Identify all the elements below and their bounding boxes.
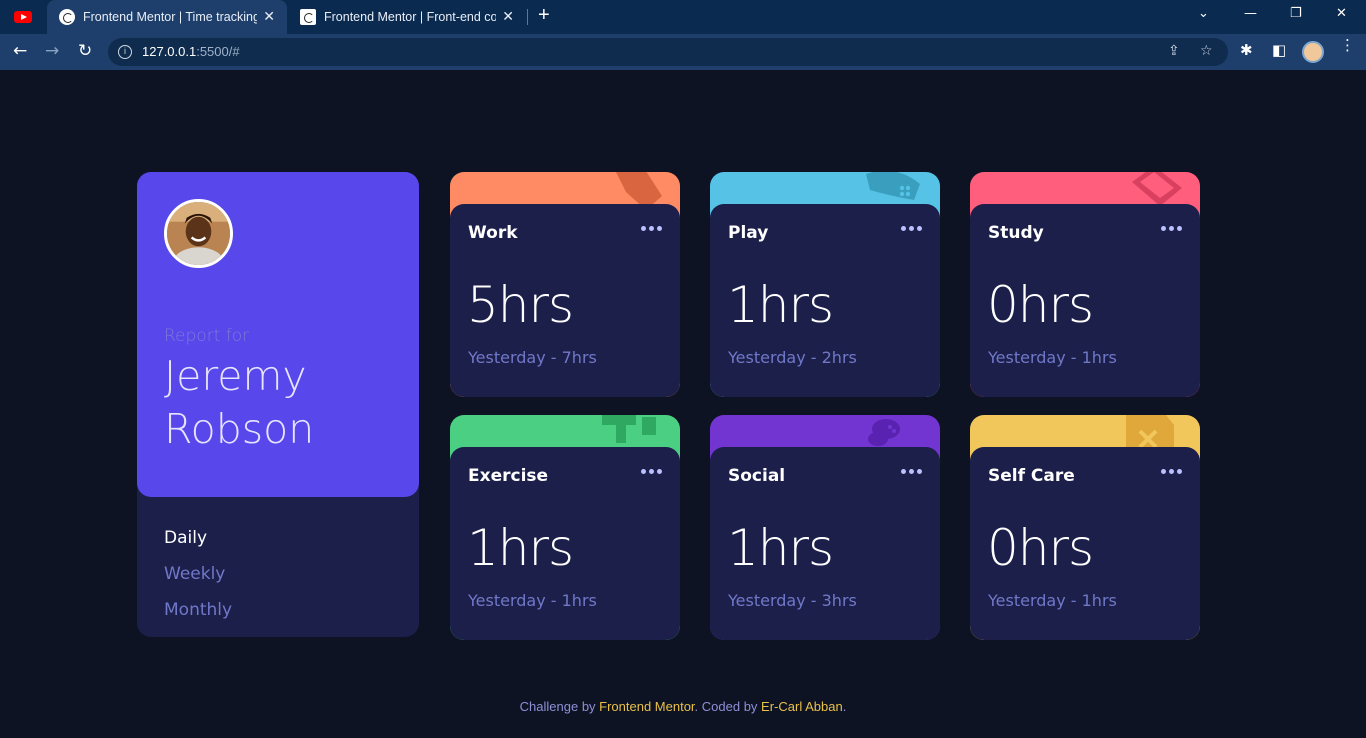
card-body[interactable]: Self Care 0hrs Yesterday - 1hrs bbox=[970, 447, 1200, 640]
tab-frontend-mentor[interactable]: Frontend Mentor | Front-end coding chall… bbox=[288, 0, 526, 34]
browser-tab-strip: Frontend Mentor | Time tracking ✕ Fronte… bbox=[0, 0, 1366, 34]
current-hours: 1hrs bbox=[727, 519, 834, 577]
ellipsis-icon[interactable] bbox=[901, 469, 922, 474]
profile-header: Report for Jeremy Robson bbox=[137, 172, 419, 497]
author-link[interactable]: Er-Carl Abban bbox=[761, 699, 843, 714]
close-window-button[interactable]: ✕ bbox=[1336, 6, 1347, 21]
previous-hours: Yesterday - 3hrs bbox=[728, 591, 857, 610]
side-panel-icon[interactable]: ◧ bbox=[1272, 41, 1286, 59]
current-hours: 5hrs bbox=[467, 276, 574, 334]
current-hours: 0hrs bbox=[987, 519, 1094, 577]
site-info-icon[interactable]: i bbox=[118, 45, 132, 59]
period-daily[interactable]: Daily bbox=[164, 528, 207, 548]
back-button[interactable]: ← bbox=[13, 41, 27, 61]
attribution-suffix: . bbox=[842, 699, 847, 714]
tab-divider bbox=[527, 9, 528, 25]
close-tab-icon[interactable]: ✕ bbox=[263, 9, 275, 25]
frontend-mentor-link[interactable]: Frontend Mentor bbox=[599, 699, 694, 714]
previous-hours: Yesterday - 2hrs bbox=[728, 348, 857, 367]
ellipsis-icon[interactable] bbox=[1161, 469, 1182, 474]
youtube-icon bbox=[14, 11, 32, 23]
tab-youtube[interactable] bbox=[0, 0, 46, 34]
user-name: Jeremy Robson bbox=[164, 352, 315, 453]
current-hours: 1hrs bbox=[727, 276, 834, 334]
address-bar[interactable]: i 127.0.0.1:5500/# ⇪ ☆ bbox=[108, 38, 1228, 66]
card-body[interactable]: Work 5hrs Yesterday - 7hrs bbox=[450, 204, 680, 397]
frontend-mentor-favicon-icon bbox=[59, 9, 75, 25]
card-title: Study bbox=[988, 223, 1044, 243]
restore-button[interactable]: ❐ bbox=[1290, 6, 1302, 21]
previous-hours: Yesterday - 1hrs bbox=[468, 591, 597, 610]
card-title: Exercise bbox=[468, 466, 549, 486]
ellipsis-icon[interactable] bbox=[901, 226, 922, 231]
card-self-care: Self Care 0hrs Yesterday - 1hrs bbox=[970, 415, 1200, 640]
browser-toolbar: ← → ↻ i 127.0.0.1:5500/# ⇪ ☆ ✱ ◧ ⋮ bbox=[0, 34, 1366, 70]
card-play: Play 1hrs Yesterday - 2hrs bbox=[710, 172, 940, 397]
minimize-button[interactable]: — bbox=[1244, 6, 1257, 21]
report-for-label: Report for bbox=[164, 326, 250, 346]
tab-time-tracking[interactable]: Frontend Mentor | Time tracking ✕ bbox=[47, 0, 287, 34]
card-title: Work bbox=[468, 223, 518, 243]
card-body[interactable]: Social 1hrs Yesterday - 3hrs bbox=[710, 447, 940, 640]
extensions-puzzle-icon[interactable]: ✱ bbox=[1240, 41, 1253, 59]
url-text[interactable]: 127.0.0.1:5500/# bbox=[142, 44, 240, 59]
ellipsis-icon[interactable] bbox=[641, 226, 662, 231]
reload-button[interactable]: ↻ bbox=[78, 41, 92, 61]
previous-hours: Yesterday - 1hrs bbox=[988, 348, 1117, 367]
card-title: Self Care bbox=[988, 466, 1075, 486]
period-weekly[interactable]: Weekly bbox=[164, 564, 225, 584]
card-social: Social 1hrs Yesterday - 3hrs bbox=[710, 415, 940, 640]
attribution-middle: . Coded by bbox=[694, 699, 762, 714]
tab-title: Frontend Mentor | Time tracking bbox=[83, 10, 258, 24]
browser-menu-icon[interactable]: ⋮ bbox=[1340, 38, 1355, 53]
card-work: Work 5hrs Yesterday - 7hrs bbox=[450, 172, 680, 397]
card-title: Play bbox=[728, 223, 769, 243]
ellipsis-icon[interactable] bbox=[641, 469, 662, 474]
card-exercise: Exercise 1hrs Yesterday - 1hrs bbox=[450, 415, 680, 640]
ellipsis-icon[interactable] bbox=[1161, 226, 1182, 231]
share-icon[interactable]: ⇪ bbox=[1168, 43, 1180, 59]
profile-avatar[interactable] bbox=[1302, 41, 1324, 63]
tab-search-icon[interactable]: ⌄ bbox=[1198, 6, 1209, 21]
current-hours: 1hrs bbox=[467, 519, 574, 577]
card-title: Social bbox=[728, 466, 786, 486]
close-tab-icon[interactable]: ✕ bbox=[502, 9, 514, 25]
previous-hours: Yesterday - 7hrs bbox=[468, 348, 597, 367]
previous-hours: Yesterday - 1hrs bbox=[988, 591, 1117, 610]
period-monthly[interactable]: Monthly bbox=[164, 600, 232, 620]
card-body[interactable]: Play 1hrs Yesterday - 2hrs bbox=[710, 204, 940, 397]
card-body[interactable]: Study 0hrs Yesterday - 1hrs bbox=[970, 204, 1200, 397]
bookmark-star-icon[interactable]: ☆ bbox=[1200, 43, 1213, 59]
avatar bbox=[164, 199, 233, 268]
current-hours: 0hrs bbox=[987, 276, 1094, 334]
attribution-prefix: Challenge by bbox=[519, 699, 600, 714]
forward-button[interactable]: → bbox=[45, 41, 59, 61]
card-body[interactable]: Exercise 1hrs Yesterday - 1hrs bbox=[450, 447, 680, 640]
profile-card: Report for Jeremy Robson Daily Weekly Mo… bbox=[137, 172, 419, 637]
frontend-mentor-favicon-icon bbox=[300, 9, 316, 25]
tab-title: Frontend Mentor | Front-end coding chall… bbox=[324, 10, 497, 24]
card-study: Study 0hrs Yesterday - 1hrs bbox=[970, 172, 1200, 397]
attribution: Challenge by Frontend Mentor. Coded by E… bbox=[0, 699, 1366, 714]
new-tab-button[interactable]: + bbox=[538, 4, 550, 27]
